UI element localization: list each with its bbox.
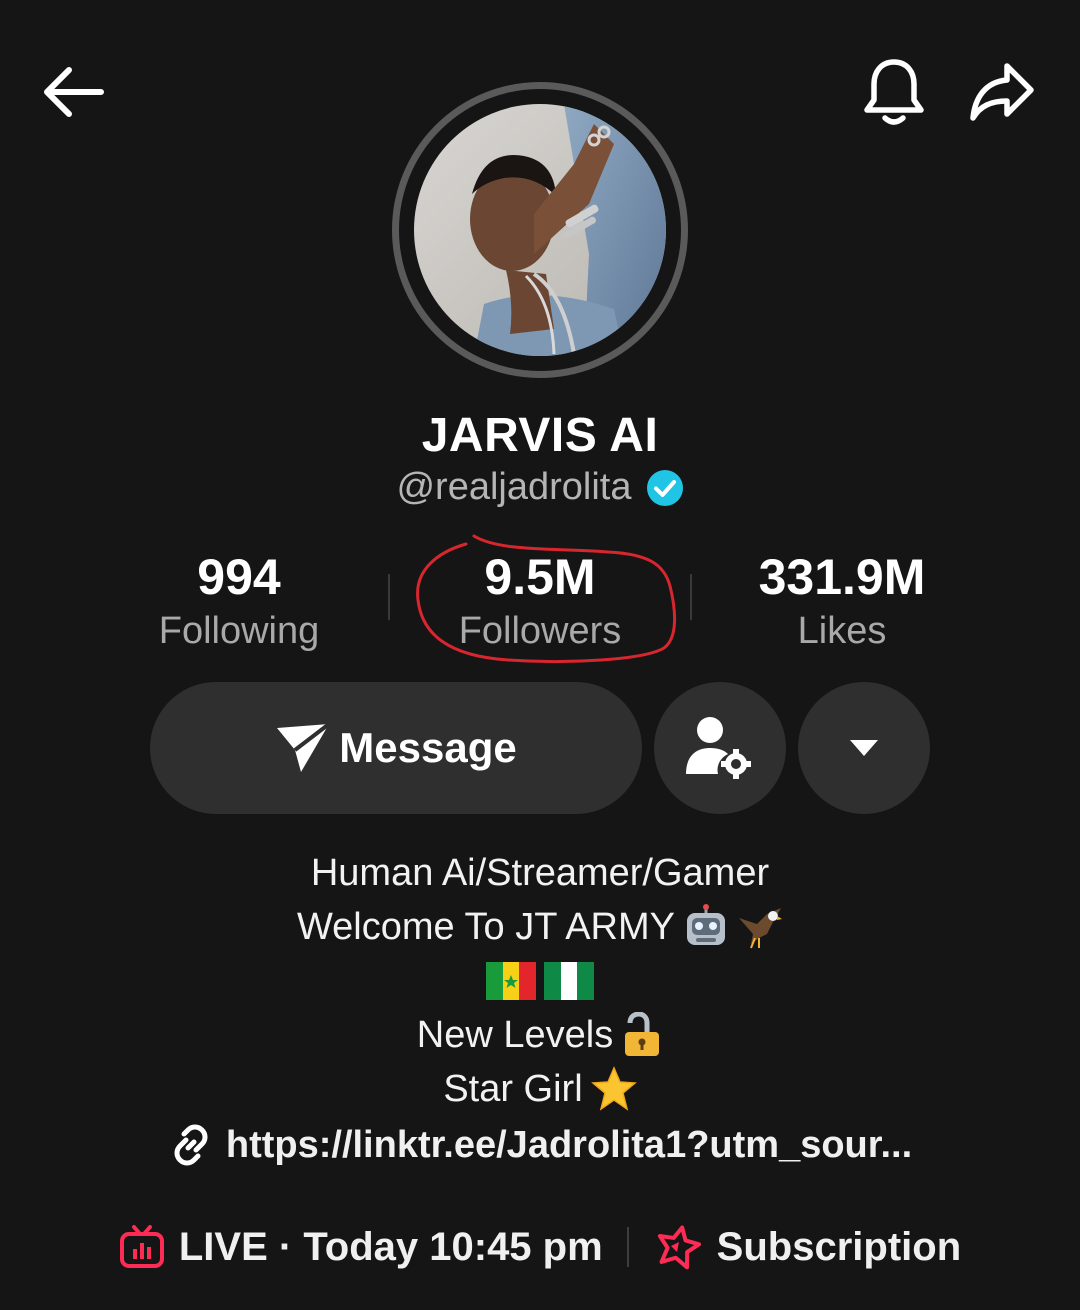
stat-following[interactable]: 994 Following (109, 548, 369, 654)
live-schedule[interactable]: LIVE · Today 10:45 pm (119, 1225, 603, 1270)
stat-divider (690, 574, 692, 620)
link-url: https://linktr.ee/Jadrolita1?utm_sour... (225, 1123, 913, 1166)
bio-text: Human Ai/Streamer/Gamer (310, 852, 770, 894)
profile-stats: 994 Following 9.5M Followers 331.9M Like… (0, 548, 1080, 658)
caret-down-icon (850, 740, 878, 756)
bio-text: Welcome To JT ARMY (296, 906, 675, 948)
likes-label: Likes (797, 610, 887, 652)
nigeria-flag-emoji (544, 962, 594, 1000)
paper-plane-icon (277, 722, 331, 772)
likes-count: 331.9M (758, 549, 926, 605)
follow-settings-button[interactable] (654, 682, 786, 814)
bio-line: Human Ai/Streamer/Gamer (0, 846, 1080, 900)
avatar-ring[interactable] (392, 82, 688, 378)
bio-text: New Levels (416, 1014, 614, 1056)
senegal-flag-emoji (486, 962, 536, 1000)
followers-count: 9.5M (484, 549, 596, 605)
bell-icon (864, 59, 924, 125)
unlocked-padlock-emoji (625, 1012, 660, 1056)
subscription-text: Subscription (716, 1224, 962, 1269)
bio-text: Star Girl (443, 1068, 583, 1110)
user-gear-icon (686, 717, 751, 779)
bio-line (0, 954, 1080, 1008)
handle-row: @realjadrolita (0, 466, 1080, 509)
share-button[interactable] (962, 54, 1042, 130)
live-text: LIVE · Today 10:45 pm (178, 1224, 603, 1269)
message-button[interactable]: Message (150, 682, 642, 814)
profile-page: JARVIS AI @realjadrolita 994 Following 9… (0, 0, 1080, 1310)
avatar (414, 104, 666, 356)
bio-line: Star Girl (0, 1062, 1080, 1116)
subscription-link[interactable]: Subscription (653, 1224, 961, 1270)
back-button[interactable] (32, 56, 112, 128)
display-name: JARVIS AI (421, 409, 659, 462)
followers-label: Followers (458, 610, 622, 652)
bottom-info-row: LIVE · Today 10:45 pm Subscription (0, 1218, 1080, 1276)
arrow-left-icon (44, 67, 104, 117)
bottom-divider (626, 1227, 629, 1267)
username-handle: @realjadrolita (396, 466, 632, 508)
notification-bell-button[interactable] (856, 52, 932, 132)
following-label: Following (158, 610, 320, 652)
stat-likes[interactable]: 331.9M Likes (712, 548, 972, 654)
eagle-emoji (739, 908, 782, 949)
profile-bio: Human Ai/Streamer/Gamer Welcome To JT AR… (0, 846, 1080, 1116)
following-count: 994 (197, 549, 281, 605)
verified-badge-icon (646, 469, 683, 506)
tv-live-icon (119, 1225, 164, 1268)
robot-emoji (687, 904, 725, 945)
profile-link[interactable]: https://linktr.ee/Jadrolita1?utm_sour... (0, 1122, 1080, 1168)
share-arrow-icon (970, 63, 1034, 121)
bio-line: Welcome To JT ARMY (0, 900, 1080, 954)
star-emoji (590, 1066, 637, 1111)
bio-line: New Levels (0, 1008, 1080, 1062)
stat-divider (388, 574, 390, 620)
avatar-photo (414, 104, 666, 356)
star-badge-icon (657, 1225, 701, 1270)
action-buttons: Message (0, 682, 1080, 814)
stat-followers[interactable]: 9.5M Followers (410, 548, 670, 654)
message-label: Message (339, 724, 517, 771)
more-options-button[interactable] (798, 682, 930, 814)
link-icon (174, 1124, 208, 1166)
